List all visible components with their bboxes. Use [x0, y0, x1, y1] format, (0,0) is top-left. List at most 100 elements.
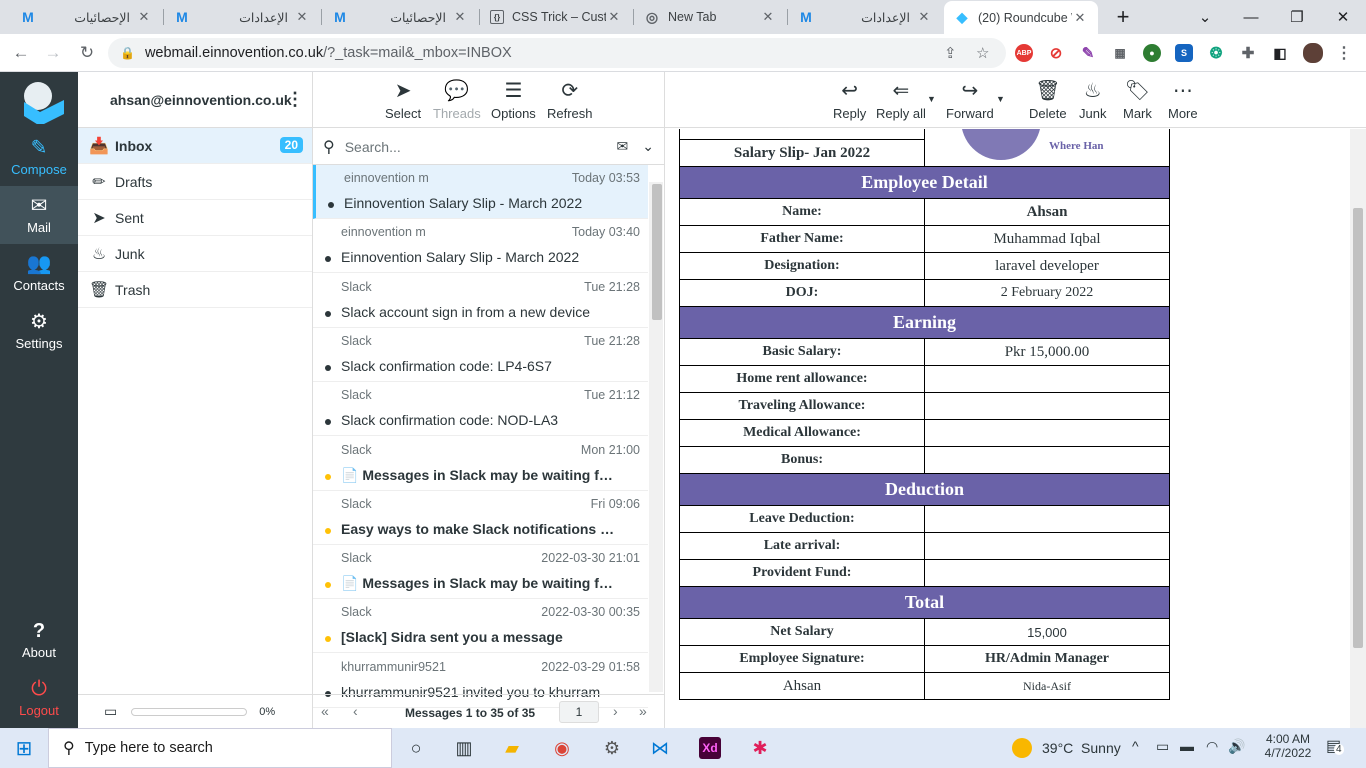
- mark-button[interactable]: 🏷 Mark: [1123, 78, 1152, 121]
- message-row[interactable]: einnovention m Today 03:53 Einnovention Sa…: [313, 165, 648, 219]
- junk-button[interactable]: ♨ Junk: [1079, 78, 1106, 121]
- new-tab-button[interactable]: +: [1100, 0, 1146, 34]
- prev-page-icon[interactable]: ‹: [353, 703, 358, 719]
- adblock-icon[interactable]: ABP: [1015, 44, 1033, 62]
- close-icon[interactable]: ✕: [452, 9, 468, 25]
- s-icon[interactable]: S: [1175, 44, 1193, 62]
- contacts-button[interactable]: 👥 Contacts: [0, 244, 78, 302]
- chevron-down-icon[interactable]: ⌄: [642, 138, 654, 155]
- weather-widget[interactable]: 39°C Sunny: [1042, 740, 1121, 756]
- first-page-icon[interactable]: «: [321, 703, 329, 719]
- share-icon[interactable]: ⇪: [944, 44, 957, 62]
- message-row[interactable]: Slack Tue 21:28 Slack confirmation code: L…: [313, 328, 648, 382]
- clock[interactable]: 4:00 AM 4/7/2022: [1258, 732, 1318, 760]
- reply-button[interactable]: ↩ Reply: [833, 78, 866, 121]
- page-number-input[interactable]: 1: [559, 701, 599, 723]
- message-row[interactable]: Slack Fri 09:06 Easy ways to make Slack no…: [313, 491, 648, 545]
- chrome-icon[interactable]: ◉: [542, 732, 582, 764]
- message-row[interactable]: einnovention m Today 03:40 Einnovention Sa…: [313, 219, 648, 274]
- globe-icon[interactable]: ●: [1143, 44, 1161, 62]
- volume-icon[interactable]: 🔊: [1228, 738, 1245, 755]
- options-button[interactable]: ☰ Options: [491, 78, 536, 121]
- folder-junk[interactable]: ♨ Junk: [78, 236, 312, 272]
- close-icon[interactable]: ✕: [606, 9, 622, 25]
- browser-tab[interactable]: M الإحصائيات ✕: [10, 0, 162, 34]
- url-field[interactable]: 🔒 webmail.einnovention.co.uk/?_task=mail…: [108, 38, 1006, 68]
- close-icon[interactable]: ✕: [1072, 10, 1088, 26]
- back-button[interactable]: ←: [10, 42, 32, 64]
- reply-all-button[interactable]: ⇐ Reply all: [876, 78, 926, 121]
- taskbar-search[interactable]: ⚲ Type here to search: [48, 728, 392, 768]
- battery-icon[interactable]: ▬: [1180, 738, 1194, 754]
- close-icon[interactable]: ✕: [760, 9, 776, 25]
- delete-button[interactable]: 🗑 Delete: [1029, 78, 1067, 121]
- about-button[interactable]: ? About: [0, 611, 78, 669]
- browser-tab-active[interactable]: ◆(20) Roundcube W✕: [944, 1, 1098, 34]
- message-row[interactable]: Slack Mon 21:00 📄 Messages in Slack may be…: [313, 437, 648, 491]
- mail-button[interactable]: ✉ Mail: [0, 186, 78, 244]
- wifi-icon[interactable]: ◠: [1206, 738, 1218, 755]
- forward-button[interactable]: →: [42, 42, 64, 64]
- folder-inbox[interactable]: 📥 Inbox 20: [78, 128, 312, 164]
- swirl-icon[interactable]: ❂: [1207, 44, 1225, 62]
- browser-tab[interactable]: ◎ New Tab ✕: [634, 0, 786, 34]
- extension-icon[interactable]: ▦: [1111, 44, 1129, 62]
- slack-icon[interactable]: ✱: [740, 732, 780, 764]
- logout-button[interactable]: ⏻ Logout: [0, 669, 78, 727]
- notification-icon[interactable]: ▤4: [1326, 736, 1344, 756]
- folder-trash[interactable]: 🗑 Trash: [78, 272, 312, 308]
- compose-button[interactable]: ✎ Compose: [0, 128, 78, 186]
- file-explorer-icon[interactable]: ▰: [492, 732, 532, 764]
- cortana-icon[interactable]: ○: [396, 732, 436, 764]
- settings-button[interactable]: ⚙ Settings: [0, 302, 78, 360]
- envelope-icon[interactable]: ✉: [617, 138, 629, 155]
- opera-icon[interactable]: ⊘: [1047, 44, 1065, 62]
- message-row[interactable]: Slack Tue 21:28 Slack account sign in from…: [313, 274, 648, 328]
- folder-drafts[interactable]: ✏ Drafts: [78, 164, 312, 200]
- trash-icon: 🗑: [1035, 80, 1061, 102]
- refresh-button[interactable]: ⟳ Refresh: [547, 78, 593, 121]
- tray-arrow-icon[interactable]: ^: [1132, 738, 1139, 754]
- forward-dropdown-icon[interactable]: ▼: [996, 94, 1005, 104]
- last-page-icon[interactable]: »: [639, 703, 647, 719]
- close-icon[interactable]: ✕: [916, 9, 932, 25]
- message-row[interactable]: Slack Tue 21:12 Slack confirmation code: N…: [313, 382, 648, 437]
- meet-icon[interactable]: ▭: [1156, 738, 1169, 755]
- scrollbar-thumb[interactable]: [1353, 208, 1363, 648]
- more-button[interactable]: ⋯ More: [1168, 78, 1198, 121]
- next-page-icon[interactable]: ›: [613, 703, 618, 719]
- task-view-icon[interactable]: ▥: [444, 732, 484, 764]
- tab-search-icon[interactable]: ⌄: [1182, 0, 1228, 34]
- browser-tab[interactable]: M الإعدادات ✕: [788, 0, 942, 34]
- account-menu-icon[interactable]: ⋮: [286, 89, 304, 110]
- adobe-xd-icon[interactable]: Xd: [690, 732, 730, 764]
- message-row[interactable]: Slack 2022-03-30 00:35 [Slack] Sidra sent …: [313, 599, 648, 654]
- close-icon[interactable]: ✕: [294, 9, 310, 25]
- reload-button[interactable]: ↻: [76, 42, 98, 64]
- vscode-icon[interactable]: ⋈: [640, 732, 680, 764]
- pen-icon[interactable]: ✎: [1079, 44, 1097, 62]
- browser-tab[interactable]: M الإعدادات ✕: [164, 0, 320, 34]
- scrollbar-thumb[interactable]: [652, 184, 662, 320]
- search-input[interactable]: Search...: [345, 139, 617, 155]
- menu-icon[interactable]: ⋮: [1335, 44, 1353, 62]
- restore-button[interactable]: ❐: [1274, 0, 1320, 34]
- select-button[interactable]: ➤ Select: [385, 78, 421, 121]
- gear-icon[interactable]: ⚙: [592, 732, 632, 764]
- close-window-button[interactable]: ✕: [1320, 0, 1366, 34]
- avatar[interactable]: [1303, 43, 1323, 63]
- browser-tab[interactable]: M الإحصائيات ✕: [322, 0, 478, 34]
- sidebar-icon[interactable]: ◧: [1271, 44, 1289, 62]
- threads-button[interactable]: 💬 Threads: [433, 78, 481, 121]
- puzzle-icon[interactable]: ✚: [1239, 44, 1257, 62]
- forward-button[interactable]: ↪ Forward: [946, 78, 994, 121]
- reply-all-dropdown-icon[interactable]: ▼: [927, 94, 936, 104]
- browser-tab[interactable]: {} CSS Trick – Custo ✕: [480, 0, 632, 34]
- bookmark-star-icon[interactable]: ☆: [976, 44, 989, 62]
- close-icon[interactable]: ✕: [136, 9, 152, 25]
- windows-start-icon[interactable]: ⊞: [4, 732, 44, 764]
- browser-tab-strip: M الإحصائيات ✕ M الإعدادات ✕ M الإحصائيات ✕ {}…: [0, 0, 1366, 34]
- message-row[interactable]: Slack 2022-03-30 21:01 📄 Messages in Slack…: [313, 545, 648, 600]
- folder-sent[interactable]: ➤ Sent: [78, 200, 312, 236]
- minimize-button[interactable]: —: [1228, 0, 1274, 34]
